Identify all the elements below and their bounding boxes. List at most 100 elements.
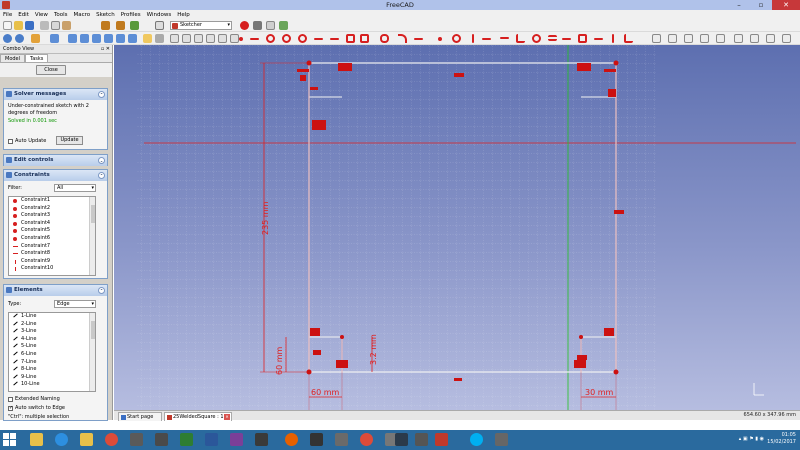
constraint-glyph[interactable] [312,120,326,130]
file-explorer-icon[interactable] [80,433,93,446]
collapse-icon[interactable]: ⌃ [98,172,105,179]
top-view-icon[interactable] [80,34,89,43]
constraint-glyph[interactable] [574,360,586,368]
auto-update-checkbox[interactable] [8,138,13,144]
reorient-sketch-icon[interactable] [218,34,227,43]
constraint-glyph[interactable] [310,87,318,90]
dimension-label-middle-small[interactable]: 3.2 mm [369,334,378,365]
sketch-tool-b-icon[interactable] [668,34,677,43]
app-icon[interactable] [130,433,143,446]
constraint-point[interactable] [613,60,619,66]
draw-style-icon[interactable] [31,34,40,43]
new-document-icon[interactable] [3,21,12,30]
edit-macro-icon[interactable] [266,21,275,30]
right-view-icon[interactable] [92,34,101,43]
run-macro-icon[interactable] [279,21,288,30]
constraints-scrollbar[interactable] [89,197,95,275]
polyline-icon[interactable] [330,38,339,40]
constrain-symmetric-icon[interactable] [562,38,571,40]
constraint-point[interactable] [340,335,344,339]
constrain-distance-x-icon[interactable] [594,38,603,40]
tab-model[interactable]: Model [0,54,26,62]
edit-controls-header[interactable]: Edit controls ⌄ [4,155,107,166]
system-tray-icons[interactable]: ▴ ▣ ⚑ ▮ ◉ [739,436,764,442]
leave-sketch-icon[interactable] [182,34,191,43]
constraint-glyph[interactable] [577,355,587,360]
close-tab-icon[interactable]: ✕ [224,414,230,420]
list-item[interactable]: Constraint8 [9,250,95,258]
stop-macro-icon[interactable] [253,21,262,30]
list-item[interactable]: Constraint10 [9,265,95,273]
type-select[interactable]: Edge ▾ [54,300,96,308]
system-clock[interactable]: 01:05 15/02/2017 [767,432,796,446]
circle-icon[interactable] [282,34,291,43]
app-icon[interactable] [415,433,428,446]
excel-icon[interactable] [180,433,193,446]
collapse-icon[interactable]: ⌃ [98,287,105,294]
elements-scrollbar[interactable] [89,313,95,391]
expand-icon[interactable]: ⌄ [98,157,105,164]
app-icon[interactable] [495,433,508,446]
constraint-glyph[interactable] [454,73,464,77]
sketch-tool-c-icon[interactable] [684,34,693,43]
constraint-glyph[interactable] [310,328,320,336]
bottom-view-icon[interactable] [116,34,125,43]
chrome-icon[interactable] [360,433,373,446]
sketch-tool-g-icon[interactable] [750,34,759,43]
sketch-tool-d-icon[interactable] [700,34,709,43]
firefox-icon[interactable] [285,433,298,446]
constrain-equal-icon[interactable] [548,35,557,41]
constrain-vertical-icon[interactable] [472,34,474,43]
constraints-list[interactable]: Constraint1 Constraint2 Constraint3 Cons… [8,196,96,276]
dimension-label-bottom-right[interactable]: 30 mm [585,388,614,397]
calculator-icon[interactable] [155,433,168,446]
whats-this-icon[interactable] [155,21,164,30]
menu-view[interactable]: View [35,12,48,18]
extended-naming-option[interactable]: Extended Naming [8,396,60,402]
extended-naming-checkbox[interactable] [8,396,13,402]
dimension-label-vertical-main[interactable]: 235 mm [261,201,270,235]
left-view-icon[interactable] [128,34,137,43]
line-icon[interactable] [250,38,259,40]
new-sketch-icon[interactable] [170,34,179,43]
isometric-view-icon[interactable] [50,34,59,43]
constraint-glyph[interactable] [604,328,614,336]
fit-selection-icon[interactable] [15,34,24,43]
constrain-perpendicular-icon[interactable] [516,34,525,43]
windows-start-button[interactable] [3,433,16,446]
app-icon[interactable] [310,433,323,446]
copy-icon[interactable] [51,21,60,30]
tab-tasks[interactable]: Tasks [25,54,49,62]
scrollbar-thumb[interactable] [91,321,95,339]
collapse-icon[interactable]: ⌃ [98,91,105,98]
menu-edit[interactable]: Edit [18,12,29,18]
scrollbar-thumb[interactable] [91,205,95,223]
skype-icon[interactable] [470,433,483,446]
list-item[interactable]: 9-Line [9,374,95,382]
list-item[interactable]: Constraint9 [9,258,95,266]
front-view-icon[interactable] [68,34,77,43]
menu-windows[interactable]: Windows [147,12,172,18]
word-icon[interactable] [205,433,218,446]
list-item[interactable]: 10-Line [9,381,95,389]
constraint-glyph[interactable] [338,63,352,71]
sketch-3d-view[interactable]: 235 mm 60 mm 3.2 mm 60 mm 30 mm [114,45,800,410]
list-item[interactable]: Constraint3 [9,212,95,220]
constraint-point[interactable] [613,369,619,375]
list-item[interactable]: Constraint5 [9,227,95,235]
save-icon[interactable] [25,21,34,30]
dimension-label-bottom-left[interactable]: 60 mm [311,388,340,397]
auto-update-option[interactable]: Auto Update [8,138,46,144]
map-sketch-icon[interactable] [206,34,215,43]
sketch-tool-i-icon[interactable] [782,34,791,43]
constraint-glyph[interactable] [577,63,591,71]
constrain-distance-y-icon[interactable] [612,34,614,43]
point-icon[interactable] [239,37,243,41]
list-item[interactable]: 4-Line [9,336,95,344]
menu-profiles[interactable]: Profiles [121,12,141,18]
view-sketch-icon[interactable] [194,34,203,43]
constraint-glyph[interactable] [604,69,616,72]
rear-view-icon[interactable] [104,34,113,43]
cut-icon[interactable] [40,21,49,30]
onenote-icon[interactable] [230,433,243,446]
